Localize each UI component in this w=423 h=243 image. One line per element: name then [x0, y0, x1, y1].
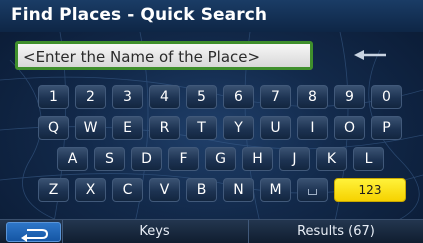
results-button[interactable]: Results (67) [248, 220, 423, 243]
backspace-button[interactable] [320, 41, 420, 70]
key-y[interactable]: Y [223, 116, 254, 140]
key-v[interactable]: V [149, 178, 180, 202]
key-e[interactable]: E [112, 116, 143, 140]
key-n[interactable]: N [223, 178, 254, 202]
space-icon [308, 189, 317, 195]
key-1[interactable]: 1 [38, 85, 69, 109]
key-o[interactable]: O [334, 116, 365, 140]
key-r[interactable]: R [149, 116, 180, 140]
key-z[interactable]: Z [38, 178, 69, 202]
key-4[interactable]: 4 [149, 85, 180, 109]
search-input[interactable]: <Enter the Name of the Place> [15, 41, 313, 70]
numbers-key[interactable]: 123 [334, 178, 406, 202]
page-title: Find Places - Quick Search [11, 5, 268, 25]
key-2[interactable]: 2 [75, 85, 106, 109]
key-h[interactable]: H [242, 147, 273, 171]
key-s[interactable]: S [94, 147, 125, 171]
key-m[interactable]: M [260, 178, 291, 202]
backspace-arrow-icon [354, 50, 386, 60]
key-d[interactable]: D [131, 147, 162, 171]
back-arrow-icon [21, 229, 49, 242]
key-q[interactable]: Q [38, 116, 69, 140]
bottom-bar: Keys Results (67) [0, 219, 423, 243]
key-c[interactable]: C [112, 178, 143, 202]
key-g[interactable]: G [205, 147, 236, 171]
key-w[interactable]: W [75, 116, 106, 140]
keys-button[interactable]: Keys [62, 220, 246, 243]
key-l[interactable]: L [353, 147, 384, 171]
key-a[interactable]: A [57, 147, 88, 171]
key-x[interactable]: X [75, 178, 106, 202]
key-p[interactable]: P [371, 116, 402, 140]
key-t[interactable]: T [186, 116, 217, 140]
key-f[interactable]: F [168, 147, 199, 171]
key-6[interactable]: 6 [223, 85, 254, 109]
key-b[interactable]: B [186, 178, 217, 202]
key-5[interactable]: 5 [186, 85, 217, 109]
key-u[interactable]: U [260, 116, 291, 140]
key-3[interactable]: 3 [112, 85, 143, 109]
quick-search-screen: Find Places - Quick Search <Enter the Na… [0, 0, 423, 243]
title-bar: Find Places - Quick Search [0, 0, 423, 32]
key-j[interactable]: J [279, 147, 310, 171]
space-key[interactable] [297, 178, 328, 202]
key-9[interactable]: 9 [334, 85, 365, 109]
key-8[interactable]: 8 [297, 85, 328, 109]
key-k[interactable]: K [316, 147, 347, 171]
key-0[interactable]: 0 [371, 85, 402, 109]
back-button[interactable] [6, 222, 61, 242]
key-7[interactable]: 7 [260, 85, 291, 109]
key-i[interactable]: I [297, 116, 328, 140]
